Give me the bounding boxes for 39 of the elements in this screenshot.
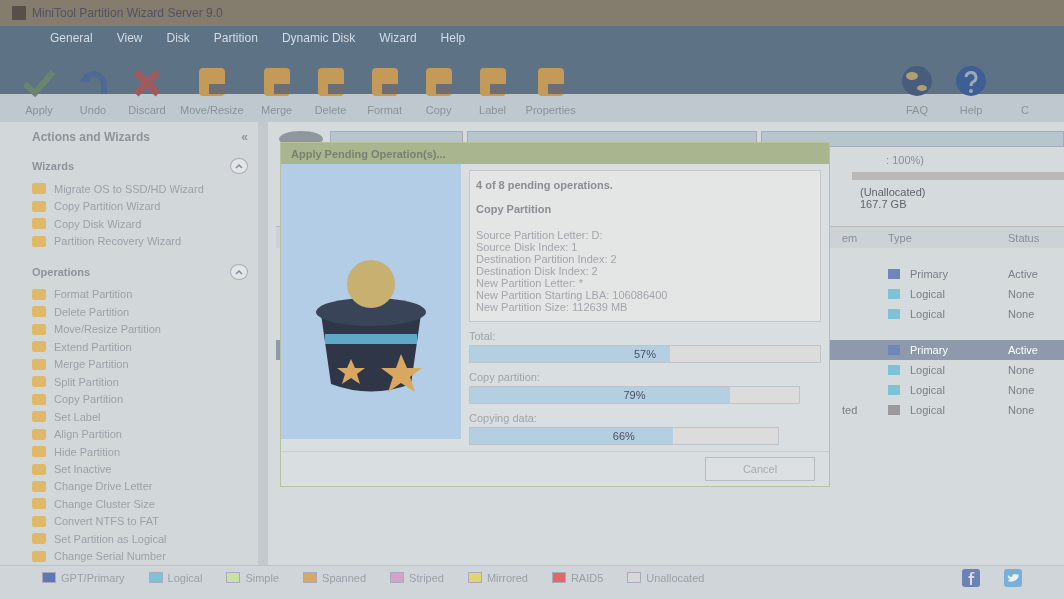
progress-label: Copying data:: [469, 412, 538, 425]
section-heading: Operations: [32, 265, 91, 278]
table-cell: Logical: [880, 384, 1000, 396]
progress-reading: 79%: [622, 389, 647, 402]
progress-label: Copy partition:: [469, 371, 541, 384]
column-header: em: [841, 231, 859, 244]
table-cell: Logical: [880, 404, 1000, 416]
detail-line: New Partition Size: 112639 MB: [476, 301, 629, 314]
table-cell-text: Active: [1007, 344, 1039, 356]
operation-count: 4 of 8 pending operations.: [476, 179, 614, 192]
detail-line: Source Disk Index: 1: [476, 241, 579, 254]
table-cell-text: None: [1007, 384, 1036, 396]
progress-reading: 57%: [633, 348, 657, 361]
table-cell: Primary: [880, 344, 1000, 356]
table-cell-text: None: [1007, 404, 1036, 416]
partition-size: 167.7 GB: [860, 198, 908, 210]
progress-reading: 66%: [611, 430, 636, 443]
partition-label: (Unallocated): [860, 186, 927, 198]
table-cell: Logical: [880, 288, 1000, 300]
table-cell-text: Active: [1007, 268, 1039, 280]
operation-name: Copy Partition: [476, 203, 553, 216]
table-cell: Primary: [880, 268, 1000, 280]
sidebar-title: Actions and Wizards: [32, 130, 150, 144]
table-cell-text: None: [1007, 364, 1036, 376]
detail-line: New Partition Starting LBA: 106086400: [476, 289, 669, 302]
table-cell: Logical: [880, 308, 1000, 320]
table-cell-text: ted: [841, 404, 859, 416]
table-cell: Logical: [880, 364, 1000, 376]
table-cell-text: None: [1007, 288, 1036, 300]
detail-line: Source Partition Letter: D:: [476, 229, 604, 242]
column-header: Status: [1007, 231, 1041, 244]
section-heading: Wizards: [32, 160, 75, 172]
detail-line: Destination Disk Index: 2: [476, 265, 599, 278]
column-header: Type: [887, 231, 913, 244]
detail-line: Destination Partition Index: 2: [476, 253, 618, 266]
table-cell-text: None: [1007, 308, 1036, 320]
disk-usage-text: : 100%): [886, 154, 924, 168]
detail-line: New Partition Letter: *: [476, 277, 584, 290]
progress-label: Total:: [469, 330, 497, 343]
